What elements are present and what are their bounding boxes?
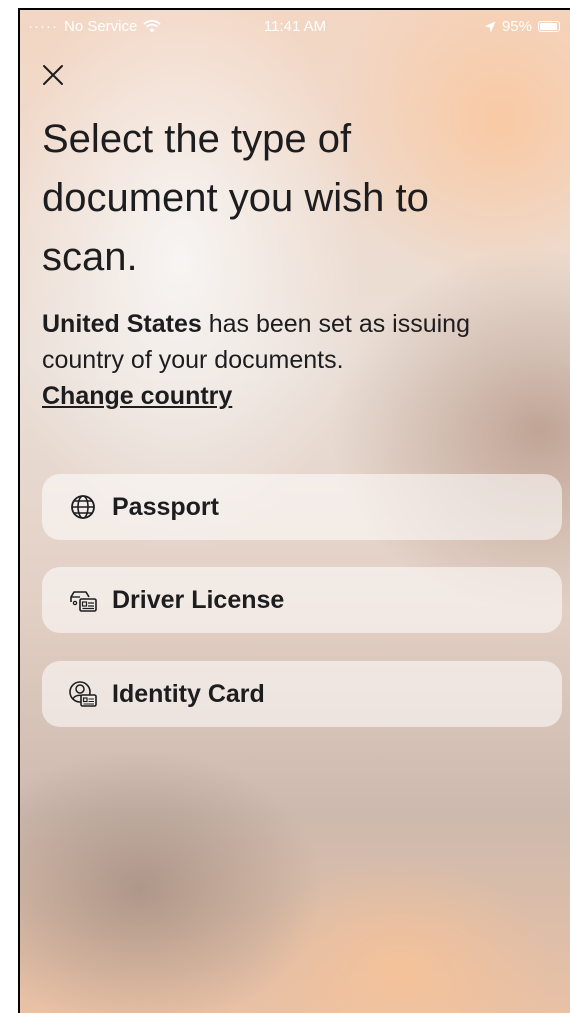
location-arrow-icon <box>484 21 496 32</box>
car-id-card-icon <box>70 591 97 612</box>
option-label: Driver License <box>112 585 285 614</box>
battery-icon <box>538 21 560 32</box>
option-identity-card[interactable]: Identity Card <box>42 661 562 727</box>
status-bar: ····· No Service 11:41 AM 95% <box>20 10 570 40</box>
option-label: Identity Card <box>112 679 265 708</box>
change-country-link[interactable]: Change country <box>42 378 232 414</box>
option-passport[interactable]: Passport <box>42 474 562 540</box>
globe-icon <box>71 495 95 519</box>
page-title: Select the type of document you wish to … <box>42 117 429 279</box>
status-right: 95% <box>484 18 560 35</box>
battery-percent: 95% <box>501 18 532 35</box>
issuing-country-message: United States has been set as issuing co… <box>42 306 542 414</box>
option-label: Passport <box>112 492 219 521</box>
close-icon[interactable] <box>38 60 68 90</box>
app-screen: ····· No Service 11:41 AM 95% Select the… <box>18 8 570 1013</box>
country-name: United States <box>42 310 202 338</box>
person-id-card-icon <box>69 681 97 707</box>
option-driver-license[interactable]: Driver License <box>42 567 562 633</box>
